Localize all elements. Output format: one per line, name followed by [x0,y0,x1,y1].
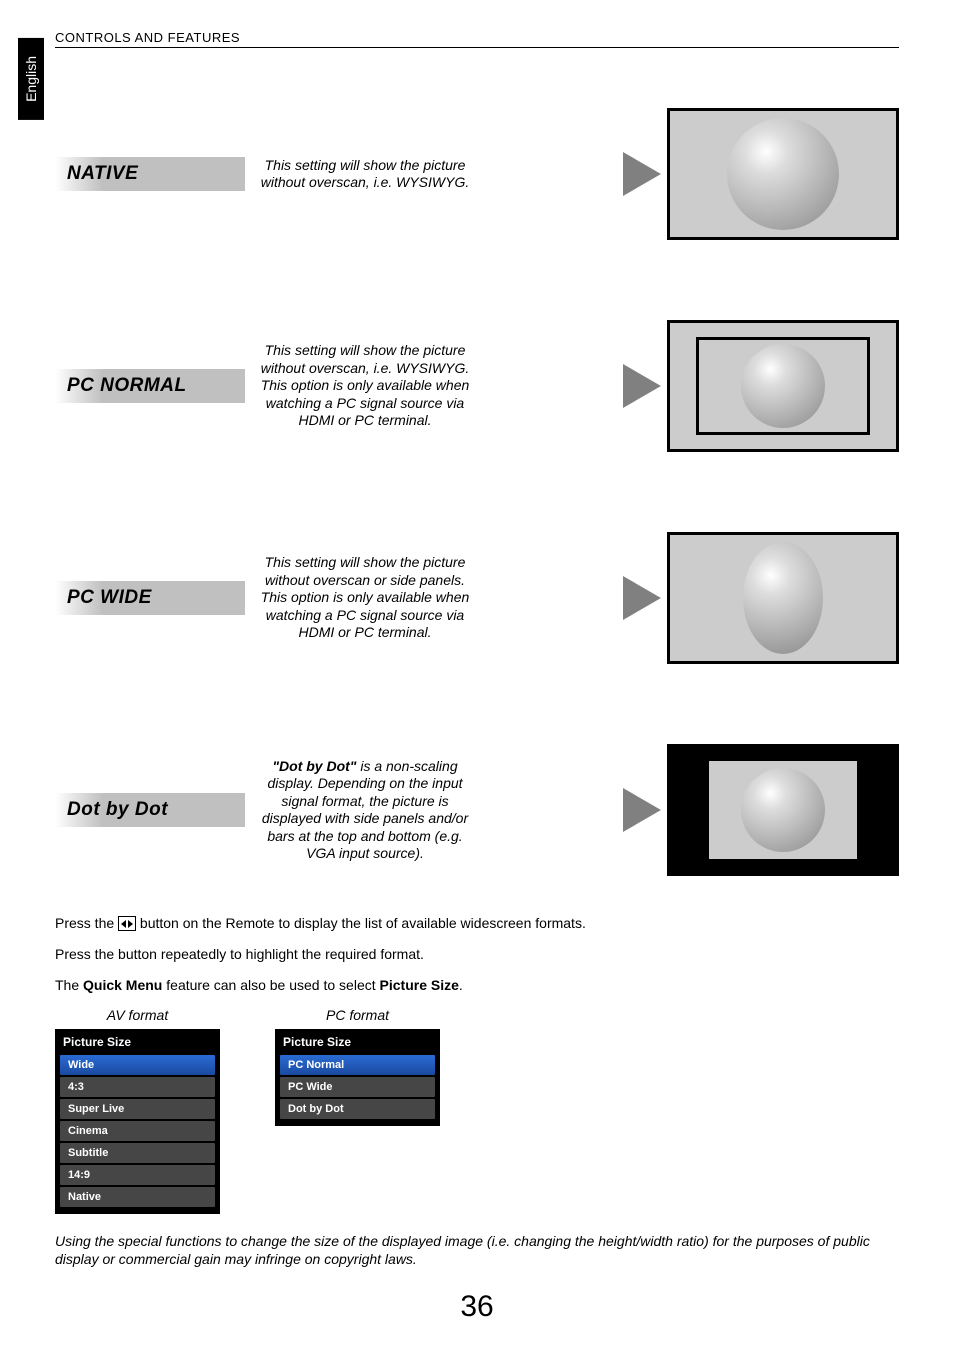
text: button on the Remote to display the list… [140,915,586,931]
format-desc: "Dot by Dot" is a non-scaling display. D… [245,758,485,863]
text: feature can also be used to select [162,977,379,993]
screen-frame [667,744,899,876]
format-badge: PC WIDE [55,581,245,615]
picture-size-button-icon [118,916,136,931]
screen-content [670,323,896,449]
format-desc: This setting will show the picture witho… [245,554,485,642]
arrow-right-icon [623,152,661,196]
format-illustration [485,744,899,876]
osd-item: Super Live [60,1099,215,1119]
osd-item: Dot by Dot [280,1099,435,1119]
format-illustration [485,108,899,240]
format-row-pcwide: PC WIDE This setting will show the pictu… [55,532,899,664]
text: Press the [55,915,118,931]
format-badge: PC NORMAL [55,369,245,403]
arrow-right-icon [623,788,661,832]
format-illustration [485,532,899,664]
osd-title: Picture Size [60,1033,215,1053]
screen-content [670,111,896,237]
arrow-right-icon [623,364,661,408]
section-header: CONTROLS AND FEATURES [55,30,899,45]
osd-item: 4:3 [60,1077,215,1097]
osd-menus-row: AV format Picture Size Wide 4:3 Super Li… [55,1007,899,1214]
instruction-2: Press the button repeatedly to highlight… [55,945,899,964]
inner-frame [696,337,870,435]
header-rule [55,47,899,48]
osd-item: Subtitle [60,1143,215,1163]
sphere-graphic [743,542,823,654]
osd-title: Picture Size [280,1033,435,1053]
osd-menu-pc: PC format Picture Size PC Normal PC Wide… [275,1007,440,1214]
screen-frame [667,320,899,452]
osd-item: Cinema [60,1121,215,1141]
text-bold: Picture Size [380,977,459,993]
instruction-3: The Quick Menu feature can also be used … [55,976,899,995]
osd-panel: Picture Size PC Normal PC Wide Dot by Do… [275,1029,440,1126]
osd-item: 14:9 [60,1165,215,1185]
screen-content [670,535,896,661]
format-badge: Dot by Dot [55,793,245,827]
desc-strong: "Dot by Dot" [272,758,356,774]
format-desc: This setting will show the picture witho… [245,342,485,430]
text: The [55,977,83,993]
osd-item: Native [60,1187,215,1207]
text-bold: Quick Menu [83,977,162,993]
inner-frame [709,761,857,859]
screen-frame [667,532,899,664]
osd-item: Wide [60,1055,215,1075]
osd-panel: Picture Size Wide 4:3 Super Live Cinema … [55,1029,220,1214]
page-number: 36 [0,1290,954,1324]
sphere-graphic [727,118,839,230]
osd-menu-av: AV format Picture Size Wide 4:3 Super Li… [55,1007,220,1214]
format-badge: NATIVE [55,157,245,191]
screen-frame [667,108,899,240]
text: . [459,977,463,993]
copyright-footnote: Using the special functions to change th… [55,1232,899,1268]
screen-content [670,747,896,873]
format-row-native: NATIVE This setting will show the pictur… [55,108,899,240]
osd-caption: AV format [55,1007,220,1023]
osd-item: PC Normal [280,1055,435,1075]
sphere-graphic [741,768,825,852]
format-desc: This setting will show the picture witho… [245,157,485,192]
format-illustration [485,320,899,452]
arrow-right-icon [623,576,661,620]
instruction-1: Press the button on the Remote to displa… [55,914,899,933]
sphere-graphic [741,344,825,428]
osd-caption: PC format [275,1007,440,1023]
format-row-dotbydot: Dot by Dot "Dot by Dot" is a non-scaling… [55,744,899,876]
osd-item: PC Wide [280,1077,435,1097]
format-row-pcnormal: PC NORMAL This setting will show the pic… [55,320,899,452]
